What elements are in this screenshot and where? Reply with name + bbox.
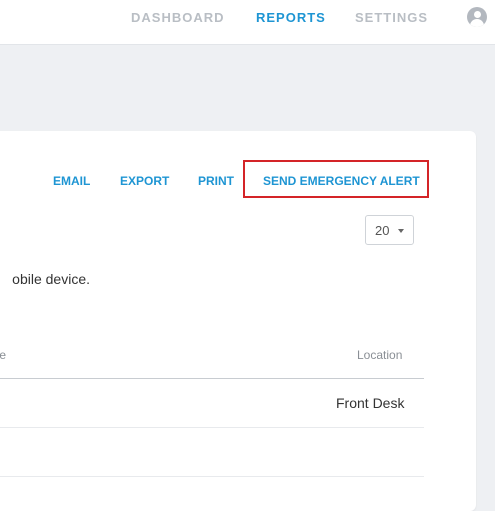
page-size-select[interactable]: 20 <box>365 215 414 245</box>
nav-settings[interactable]: SETTINGS <box>355 10 428 25</box>
user-avatar-icon[interactable] <box>467 7 487 27</box>
avatar-body <box>470 19 484 27</box>
column-header-phone[interactable]: one <box>0 348 6 362</box>
top-nav-bar: DASHBOARD REPORTS SETTINGS <box>0 0 495 45</box>
report-card: EMAIL EXPORT PRINT SEND EMERGENCY ALERT … <box>0 131 476 511</box>
header-divider <box>0 378 424 379</box>
column-header-location[interactable]: Location <box>357 348 402 362</box>
nav-dashboard[interactable]: DASHBOARD <box>131 10 225 25</box>
export-button[interactable]: EXPORT <box>120 174 169 188</box>
print-button[interactable]: PRINT <box>198 174 234 188</box>
page-size-value: 20 <box>375 223 390 238</box>
email-button[interactable]: EMAIL <box>53 174 90 188</box>
row-divider <box>0 476 424 477</box>
table-row-empty[interactable] <box>0 428 424 476</box>
nav-reports[interactable]: REPORTS <box>256 10 326 25</box>
emergency-alert-highlight <box>243 160 429 198</box>
avatar-head <box>473 10 481 18</box>
caret-down-icon <box>398 229 404 233</box>
description-text: obile device. <box>12 271 90 287</box>
location-cell: Front Desk <box>336 395 405 411</box>
